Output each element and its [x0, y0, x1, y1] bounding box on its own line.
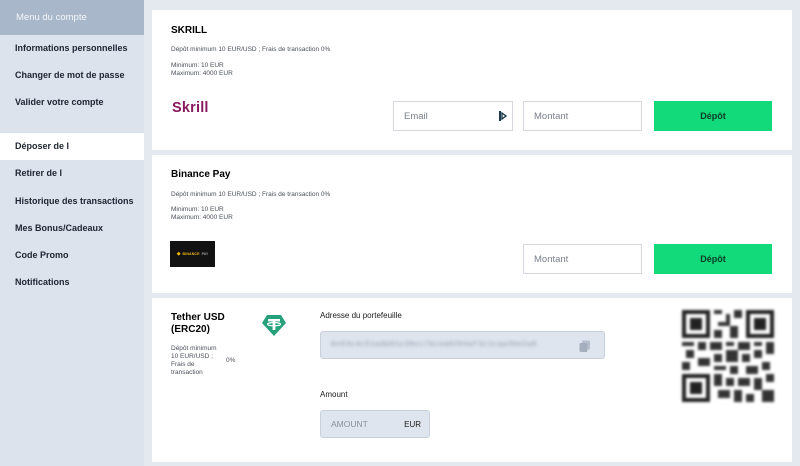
- sidebar-item-promo-code[interactable]: Code Promo: [0, 242, 144, 269]
- sidebar-item-deposit[interactable]: Déposer de l: [0, 133, 144, 160]
- wallet-address-value: 0x63c4c51adb01c39cc7bcea0204af3c1caa36e2…: [331, 341, 537, 349]
- tether-info-line1: Dépôt minimum: [171, 345, 217, 352]
- binance-pay-logo: ◆ BINANCE PAY: [170, 241, 215, 267]
- binance-card: Binance Pay Dépôt minimum 10 EUR/USD ; F…: [152, 155, 792, 293]
- tether-logo-icon: [262, 315, 286, 336]
- tether-amount-input[interactable]: [321, 411, 401, 437]
- skrill-email-wrapper: [393, 101, 513, 131]
- binance-diamond-icon: ◆: [176, 251, 181, 257]
- tether-amount-field: EUR: [320, 410, 430, 438]
- tether-info-line2: 10 EUR/USD ;: [171, 353, 213, 360]
- tether-info-line3: Frais de: [171, 361, 195, 368]
- skrill-email-input[interactable]: [393, 101, 513, 131]
- binance-maximum: Maximum: 4000 EUR: [171, 214, 233, 221]
- sidebar-item-transaction-history[interactable]: Historique des transactions: [0, 188, 144, 215]
- skrill-info: Dépôt minimum 10 EUR/USD ; Frais de tran…: [171, 46, 331, 53]
- skrill-deposit-button[interactable]: Dépôt: [654, 101, 772, 131]
- binance-logo-sub: PAY: [201, 252, 209, 256]
- binance-deposit-button[interactable]: Dépôt: [654, 244, 772, 274]
- qr-code: [682, 310, 774, 402]
- key-icon[interactable]: [498, 110, 508, 122]
- skrill-title: SKRILL: [171, 25, 208, 36]
- tether-card: Tether USD (ERC20) Dépôt minimum 10 EUR/…: [152, 298, 792, 462]
- sidebar-item-change-password[interactable]: Changer de mot de passe: [0, 62, 144, 89]
- skrill-minimum: Minimum: 10 EUR: [171, 62, 224, 69]
- skrill-maximum: Maximum: 4000 EUR: [171, 70, 233, 77]
- amount-label: Amount: [320, 390, 348, 399]
- wallet-address-field[interactable]: 0x63c4c51adb01c39cc7bcea0204af3c1caa36e2…: [320, 331, 605, 359]
- sidebar-item-personal-info[interactable]: Informations personnelles: [0, 35, 144, 62]
- binance-title: Binance Pay: [171, 169, 231, 180]
- skrill-card: SKRILL Dépôt minimum 10 EUR/USD ; Frais …: [152, 10, 792, 150]
- tether-title: Tether USD (ERC20): [171, 312, 225, 336]
- wallet-address-label: Adresse du portefeuille: [320, 311, 402, 320]
- tether-info-line4: transaction: [171, 369, 203, 376]
- copy-icon[interactable]: [578, 339, 592, 353]
- binance-logo-text: BINANCE: [182, 252, 200, 256]
- binance-minimum: Minimum: 10 EUR: [171, 206, 224, 213]
- binance-amount-input[interactable]: [523, 244, 642, 274]
- sidebar-item-bonus-gifts[interactable]: Mes Bonus/Cadeaux: [0, 215, 144, 242]
- sidebar-header: Menu du compte: [0, 0, 144, 35]
- sidebar-item-withdraw[interactable]: Retirer de l: [0, 160, 144, 187]
- tether-fee: 0%: [226, 357, 236, 364]
- sidebar-item-validate-account[interactable]: Valider votre compte: [0, 89, 144, 116]
- skrill-amount-input[interactable]: [523, 101, 642, 131]
- sidebar-item-notifications[interactable]: Notifications: [0, 269, 144, 296]
- binance-info: Dépôt minimum 10 EUR/USD ; Frais de tran…: [171, 191, 331, 198]
- account-sidebar: Menu du compte Informations personnelles…: [0, 0, 144, 466]
- tether-title-line2: (ERC20): [171, 324, 210, 335]
- tether-info: Dépôt minimum 10 EUR/USD ; Frais de tran…: [171, 345, 217, 377]
- tether-title-line1: Tether USD: [171, 312, 225, 323]
- amount-currency: EUR: [404, 420, 421, 429]
- skrill-logo: Skrill: [172, 100, 209, 116]
